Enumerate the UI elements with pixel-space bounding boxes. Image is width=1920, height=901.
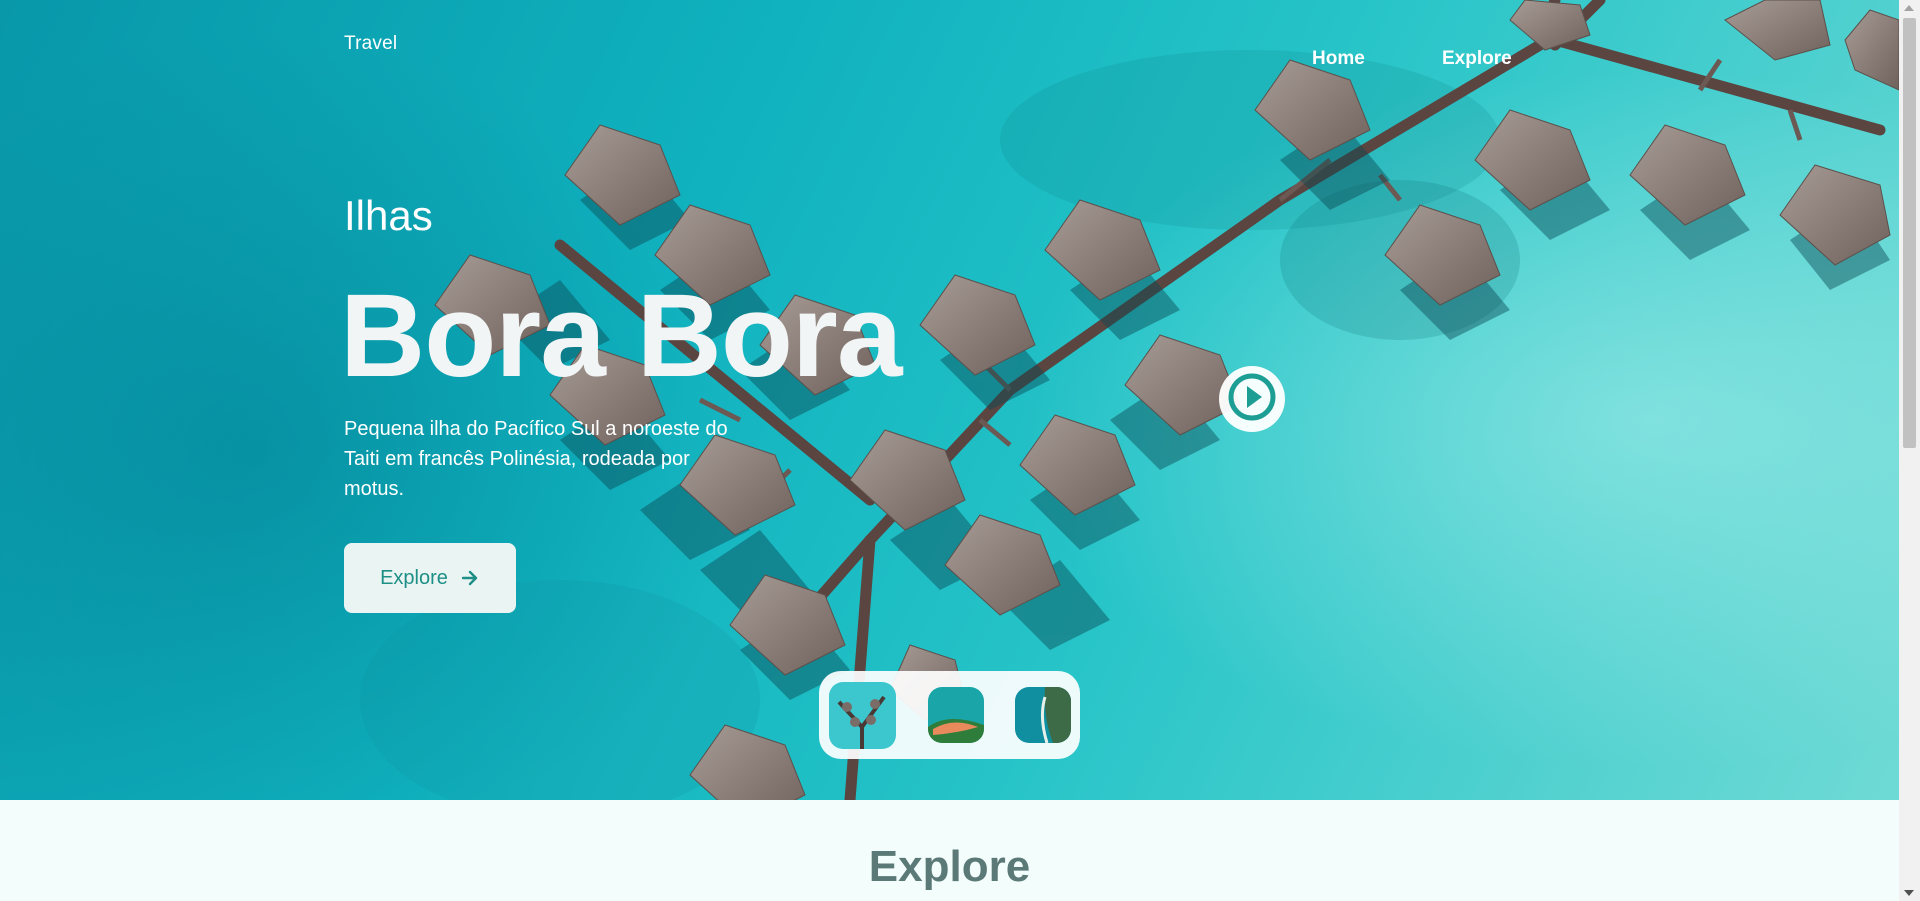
play-video-button[interactable] xyxy=(1219,366,1285,432)
cliffs-thumbnail[interactable] xyxy=(1015,687,1071,743)
bungalows-thumbnail[interactable] xyxy=(829,681,896,749)
hero-title: Bora Bora xyxy=(340,270,902,402)
nav-link-explore[interactable]: Explore xyxy=(1442,48,1512,70)
scroll-up-icon[interactable] xyxy=(1904,5,1914,11)
explore-button[interactable]: Explore xyxy=(344,543,516,613)
nav-link-home[interactable]: Home xyxy=(1312,48,1365,70)
scrollbar-thumb[interactable] xyxy=(1903,18,1916,448)
thumbnail-carousel xyxy=(819,671,1080,759)
beach-thumbnail[interactable] xyxy=(927,687,984,743)
section-title: Explore xyxy=(868,842,1031,891)
scrollbar[interactable] xyxy=(1899,0,1920,901)
hero-description: Pequena ilha do Pacífico Sul a noroeste … xyxy=(344,418,728,500)
explore-button-label: Explore xyxy=(380,566,448,589)
arrow-right-icon xyxy=(460,568,480,588)
hero-subtitle: Ilhas xyxy=(344,192,433,239)
play-circle-icon xyxy=(1226,371,1278,427)
hero-section: Travel Home Explore Ilhas Bora Bora Pequ… xyxy=(0,0,1899,800)
nav-logo[interactable]: Travel xyxy=(344,33,397,55)
scroll-down-icon[interactable] xyxy=(1904,890,1914,896)
